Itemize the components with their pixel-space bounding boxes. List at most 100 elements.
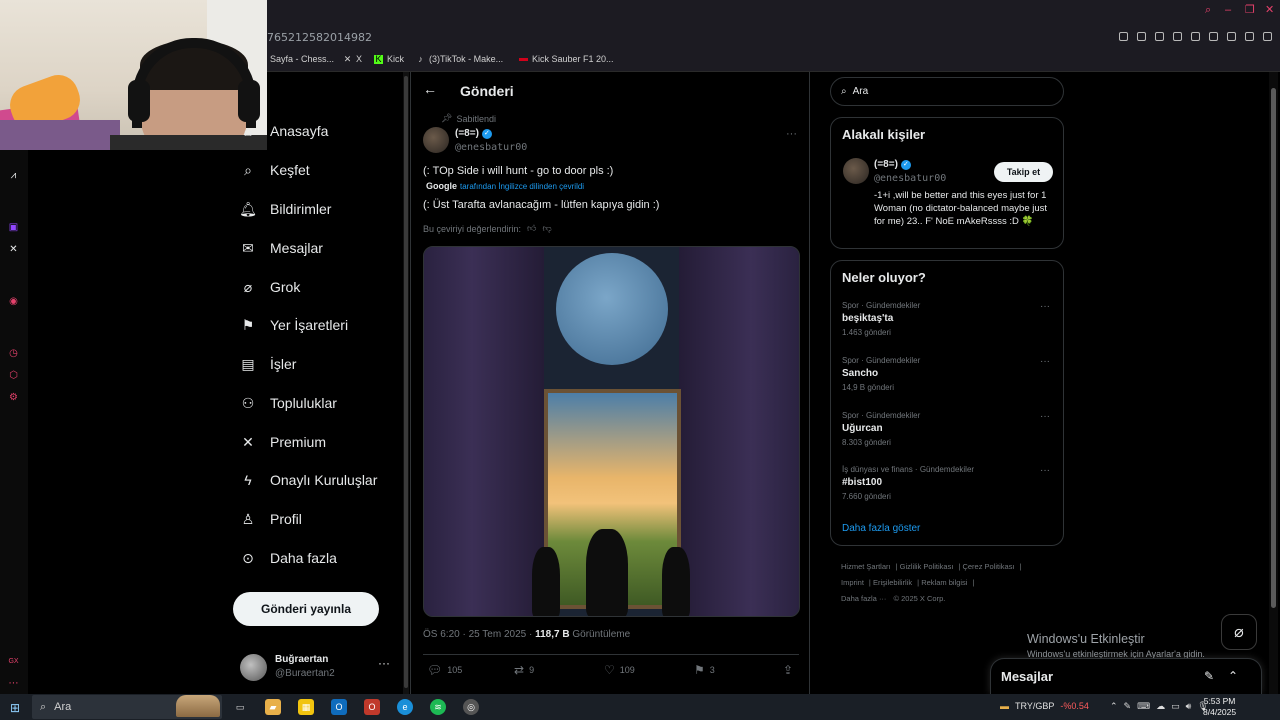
author-name[interactable]: (=8=) ✓ [455,128,492,139]
author-handle[interactable]: @enesbatur00 [455,142,527,153]
store-icon[interactable]: ▦ [298,699,314,715]
bookmark-item[interactable]: ♪ (3)TikTok - Make... [416,54,503,64]
avatar[interactable] [843,158,869,184]
nav-item-grok[interactable]: ⌀ Grok [240,272,301,302]
more-icon[interactable]: ··· [1040,411,1050,422]
like-button[interactable]: ♡ 109 [604,663,635,677]
stock-widget[interactable]: ▬ TRY/GBP -%0.54 [1000,701,1089,711]
bookmark-button[interactable]: ⚑ 3 [694,663,715,677]
file-explorer-icon[interactable]: ▰ [265,699,281,715]
footer-link[interactable]: Reklam bilgisi [921,578,967,587]
nav-item-verified-orgs[interactable]: ϟ Onaylı Kuruluşlar [240,465,377,495]
nav-scrollbar[interactable] [403,72,409,694]
bookmark-item[interactable]: Kick Sauber F1 20... [519,54,614,64]
search-icon[interactable]: ⌕ [1205,5,1214,16]
twitch-icon[interactable]: ▣ [8,222,19,233]
trend-item[interactable]: Spor · Gündemdekiler beşiktaş'ta 1.463 g… [842,301,1054,337]
outlook-icon[interactable]: O [331,699,347,715]
opera-gx-icon[interactable]: O [364,699,380,715]
back-arrow-icon[interactable]: ← [423,81,437,97]
bookmark-item[interactable]: K Kick [374,54,404,64]
expand-icon[interactable]: ⌃ [1228,669,1238,683]
account-switcher[interactable]: Buğraertan @Buraertan2 ··· [240,652,390,684]
more-icon[interactable]: ··· [1040,465,1050,476]
nav-item-notifications[interactable]: 🔔︎ Bildirimler [239,194,331,224]
related-person-name[interactable]: (=8=) ✓ [874,159,911,170]
search-input[interactable]: ⌕ Ara [830,77,1064,106]
download-icon[interactable] [1245,32,1254,41]
keyboard-icon[interactable]: ⌨ [1137,701,1150,712]
x-icon[interactable]: ✕ [8,244,19,255]
related-person-handle[interactable]: @enesbatur00 [874,173,946,184]
nav-item-profile[interactable]: ♙ Profil [240,504,302,534]
gear-icon[interactable]: ⚙ [8,392,19,403]
footer-link[interactable]: Hizmet Şartları [841,562,891,571]
nav-item-explore[interactable]: ⌕ Keşfet [240,155,310,185]
nav-item-bookmarks[interactable]: ⚑ Yer İşaretleri [240,310,348,340]
close-icon[interactable]: ✕ [1265,5,1274,16]
app-icon[interactable]: ⩘ [8,170,19,181]
network-icon[interactable]: ▭ [1171,701,1180,712]
task-view-icon[interactable]: ▭ [232,699,248,715]
thumbs-down-icon[interactable]: 👎︎ [542,223,551,234]
trend-item[interactable]: Spor · Gündemdekiler Uğurcan 8.303 gönde… [842,411,1054,447]
nav-item-more[interactable]: ⊙ Daha fazla [240,543,337,573]
extensions-icon[interactable] [1209,32,1218,41]
footer-link[interactable]: Gizlilik Politikası [900,562,954,571]
nav-item-premium[interactable]: ✕ Premium [240,427,326,457]
footer-link[interactable]: Erişilebilirlik [873,578,912,587]
post-button[interactable]: Gönderi yayınla [233,592,379,626]
cloud-icon[interactable]: ☁ [1156,701,1165,712]
cube-icon[interactable]: ⬡ [8,370,19,381]
avatar[interactable] [423,127,449,153]
translation-note-text[interactable]: tarafından İngilizce dilinden çevrildi [460,182,584,191]
chevron-up-icon[interactable]: ⌃ [1110,701,1118,712]
windows-start-icon[interactable]: ⊞ [10,701,20,715]
post-image[interactable] [423,246,800,617]
nav-item-jobs[interactable]: ▤ İşler [240,349,296,379]
grok-button[interactable]: ⌀ [1221,614,1257,650]
footer-link[interactable]: Daha fazla ··· [841,594,886,603]
app-icon[interactable]: ◎ [463,699,479,715]
nav-item-messages[interactable]: ✉ Mesajlar [240,233,323,263]
wallet-icon[interactable] [1227,32,1236,41]
trend-item[interactable]: Spor · Gündemdekiler Sancho 14,9 B gönde… [842,356,1054,392]
volume-icon[interactable]: 🔊︎ [1186,701,1192,712]
menu-icon[interactable] [1263,32,1272,41]
bookmark-item[interactable]: Sayfa - Chess... [270,54,334,64]
record-icon[interactable]: ◉ [8,296,19,307]
spotify-icon[interactable]: ≋ [430,699,446,715]
gx-icon[interactable]: GX [8,656,19,667]
shield-icon[interactable] [1155,32,1164,41]
more-icon[interactable]: ··· [1040,301,1050,312]
clock-icon[interactable]: ◷ [8,348,19,359]
restore-icon[interactable]: ❐ [1245,5,1255,16]
more-icon[interactable]: ··· [378,656,390,670]
minimize-icon[interactable]: – [1225,5,1234,16]
more-icon[interactable]: ··· [1040,356,1050,367]
messages-drawer[interactable]: Mesajlar ✎ ⌃ [990,658,1262,694]
new-message-icon[interactable]: ✎ [1204,669,1214,683]
pen-icon[interactable]: ✎ [1124,701,1132,712]
play-icon[interactable] [1173,32,1182,41]
bookmark-item[interactable]: ✕ X [343,54,362,64]
thumbs-up-icon[interactable]: 👍︎ [527,223,536,234]
url-text[interactable]: 765212582014982 [267,31,372,44]
screenshot-icon[interactable] [1137,32,1146,41]
footer-link[interactable]: Çerez Politikası [962,562,1014,571]
pin-icon[interactable] [1119,32,1128,41]
more-icon[interactable]: ··· [786,128,797,140]
nav-item-communities[interactable]: ⚇ Topluluklar [240,388,337,418]
follow-button[interactable]: Takip et [994,162,1053,182]
share-button[interactable]: ⇪ [783,663,793,677]
nav-item-home[interactable]: ⌂ Anasayfa [240,116,329,146]
heart-icon[interactable] [1191,32,1200,41]
footer-link[interactable]: Imprint [841,578,864,587]
taskbar-clock[interactable]: 5:53 PM 8/4/2025 [1203,696,1236,718]
edge-icon[interactable]: e [397,699,413,715]
repost-button[interactable]: ⇄ 9 [514,663,534,677]
page-scrollbar[interactable] [1269,72,1278,694]
show-more-link[interactable]: Daha fazla göster [842,523,920,534]
trend-item[interactable]: İş dünyası ve finans · Gündemdekiler #bi… [842,465,1054,501]
more-icon[interactable]: ⋯ [8,678,19,689]
